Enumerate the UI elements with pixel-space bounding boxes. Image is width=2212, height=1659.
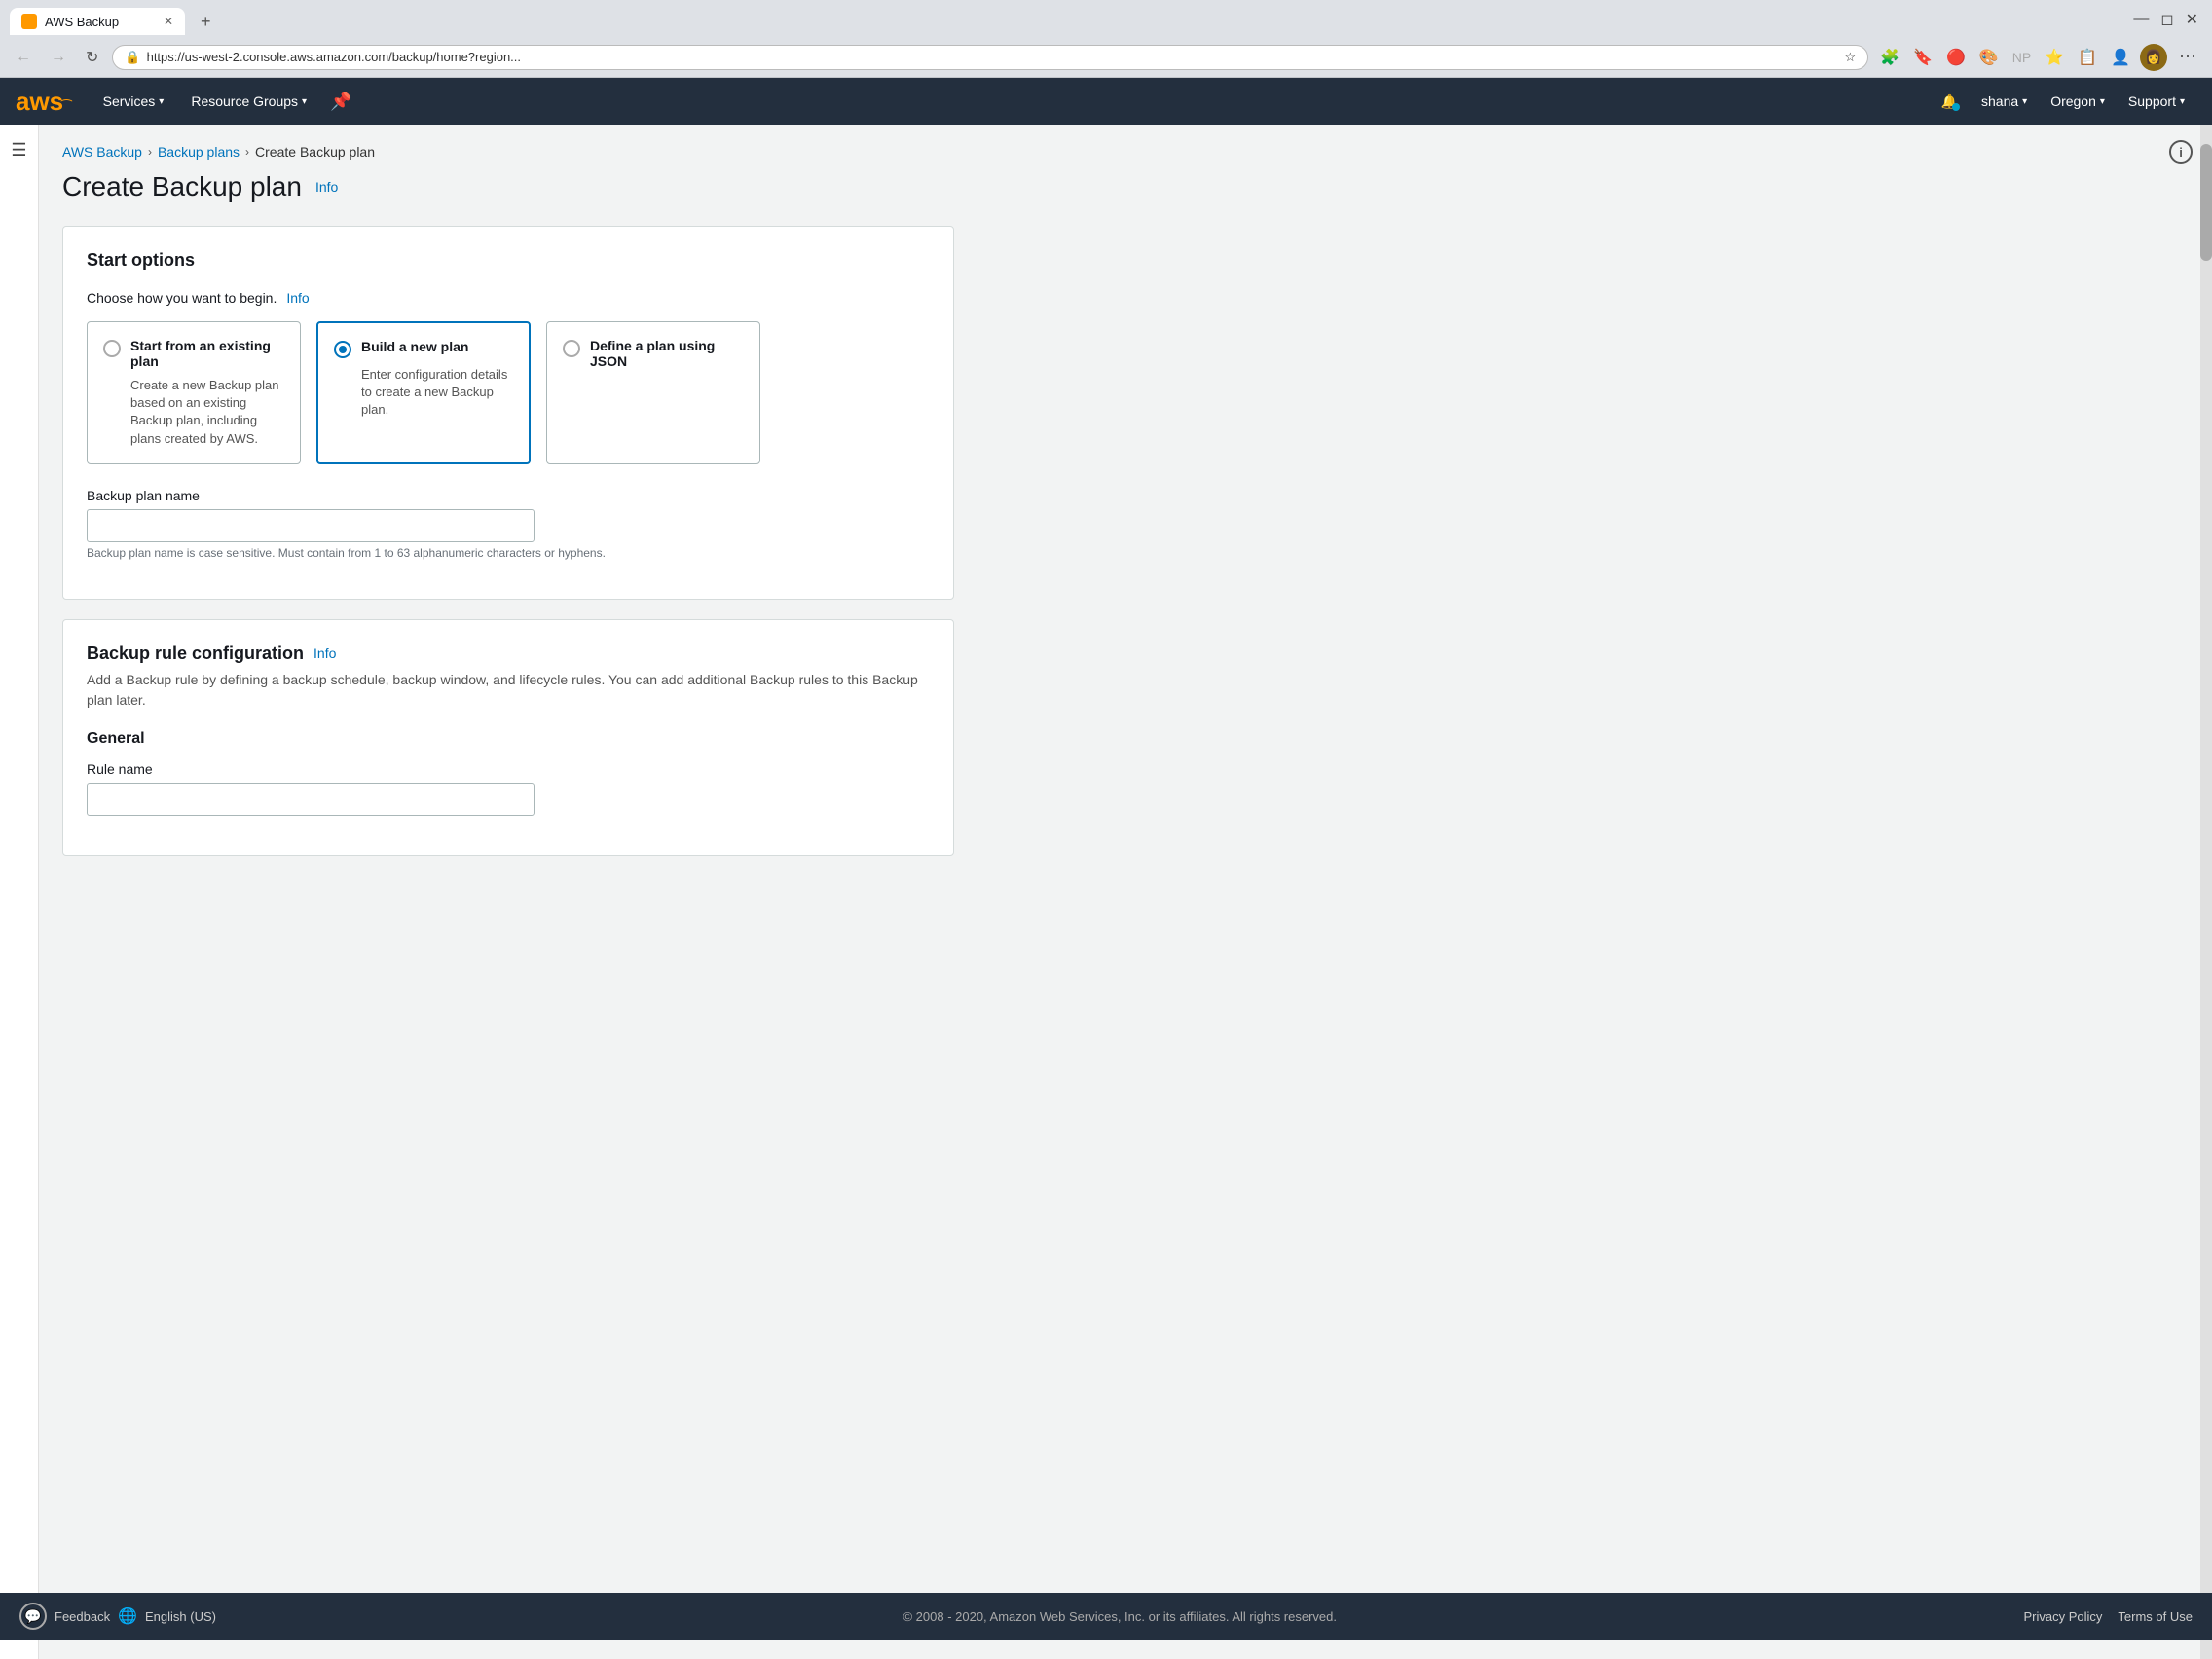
- tab-favicon: [21, 14, 37, 29]
- option-build-new-plan[interactable]: Build a new plan Enter configuration det…: [316, 321, 531, 464]
- option2-radio-row: Build a new plan: [334, 339, 513, 358]
- close-button[interactable]: ✕: [2182, 6, 2202, 33]
- refresh-button[interactable]: ↻: [80, 44, 104, 71]
- breadcrumb: AWS Backup › Backup plans › Create Backu…: [62, 144, 954, 160]
- option1-radio-row: Start from an existing plan: [103, 338, 284, 369]
- choose-row: Choose how you want to begin. Info: [87, 290, 930, 306]
- privacy-policy-link[interactable]: Privacy Policy: [2023, 1609, 2102, 1624]
- toolbar-btn-1[interactable]: 🔖: [1909, 44, 1936, 71]
- option1-radio: [103, 340, 121, 357]
- language-label[interactable]: English (US): [145, 1609, 216, 1624]
- toolbar-btn-2[interactable]: 🔴: [1942, 44, 1970, 71]
- feedback-bubble[interactable]: 💬: [19, 1603, 47, 1630]
- scrollbar-thumb[interactable]: [2200, 144, 2212, 261]
- breadcrumb-backup-plans[interactable]: Backup plans: [158, 144, 240, 160]
- start-options-title: Start options: [87, 250, 930, 271]
- footer-left: 💬 Feedback 🌐 English (US): [19, 1603, 216, 1630]
- start-options-card: Start options Choose how you want to beg…: [62, 226, 954, 600]
- nav-region[interactable]: Oregon ▾: [2039, 93, 2117, 109]
- scrollbar-track[interactable]: [2200, 125, 2212, 1659]
- breadcrumb-aws-backup[interactable]: AWS Backup: [62, 144, 142, 160]
- option1-desc: Create a new Backup plan based on an exi…: [130, 377, 284, 448]
- minimize-button[interactable]: —: [2129, 7, 2153, 32]
- page-title-row: Create Backup plan Info: [62, 171, 954, 203]
- backup-plan-name-hint: Backup plan name is case sensitive. Must…: [87, 546, 930, 560]
- backup-rule-config-card: Backup rule configuration Info Add a Bac…: [62, 619, 954, 856]
- backup-rule-desc: Add a Backup rule by defining a backup s…: [87, 670, 930, 711]
- toolbar-btn-5[interactable]: 📋: [2074, 44, 2101, 71]
- breadcrumb-current: Create Backup plan: [255, 144, 375, 160]
- toolbar-btn-4[interactable]: ⭐: [2041, 44, 2068, 71]
- backup-rule-title: Backup rule configuration: [87, 644, 304, 664]
- option3-radio: [563, 340, 580, 357]
- option2-desc: Enter configuration details to create a …: [361, 366, 513, 420]
- tab-title: AWS Backup: [45, 15, 119, 29]
- option-define-json[interactable]: Define a plan using JSON: [546, 321, 760, 464]
- option2-radio-inner: [339, 346, 347, 353]
- footer-right: Privacy Policy Terms of Use: [2023, 1609, 2193, 1624]
- extensions-button[interactable]: 🧩: [1876, 44, 1903, 71]
- nav-pin[interactable]: 📌: [320, 92, 361, 112]
- address-bar[interactable]: 🔒 https://us-west-2.console.aws.amazon.c…: [112, 45, 1868, 70]
- backup-plan-name-input[interactable]: [87, 509, 535, 542]
- lock-icon: 🔒: [125, 50, 140, 65]
- info-circle-button[interactable]: i: [2169, 140, 2193, 164]
- option-existing-plan[interactable]: Start from an existing plan Create a new…: [87, 321, 301, 464]
- hamburger-icon[interactable]: ☰: [11, 140, 26, 161]
- backup-rule-info-link[interactable]: Info: [313, 645, 336, 661]
- globe-icon: 🌐: [118, 1606, 137, 1626]
- forward-button[interactable]: →: [45, 45, 72, 70]
- support-caret: ▾: [2180, 96, 2185, 107]
- option-cards-container: Start from an existing plan Create a new…: [87, 321, 930, 464]
- browser-tab[interactable]: AWS Backup ✕: [10, 8, 185, 35]
- breadcrumb-sep-1: ›: [148, 145, 152, 159]
- rule-name-label: Rule name: [87, 761, 930, 777]
- bell-notification-dot: [1952, 103, 1960, 111]
- rule-name-group: Rule name: [87, 761, 930, 816]
- backup-plan-name-label: Backup plan name: [87, 488, 930, 503]
- breadcrumb-sep-2: ›: [245, 145, 249, 159]
- nav-user[interactable]: shana ▾: [1970, 93, 2039, 109]
- feedback-label[interactable]: Feedback: [55, 1609, 110, 1624]
- option2-title: Build a new plan: [361, 339, 468, 354]
- choose-info-link[interactable]: Info: [286, 290, 309, 306]
- footer: 💬 Feedback 🌐 English (US) © 2008 - 2020,…: [0, 1593, 2212, 1640]
- maximize-button[interactable]: ◻: [2157, 6, 2177, 33]
- browser-menu-button[interactable]: ⋯: [2173, 43, 2202, 71]
- back-button[interactable]: ←: [10, 45, 37, 70]
- general-label: General: [87, 730, 930, 748]
- region-caret: ▾: [2100, 96, 2105, 107]
- services-caret: ▾: [159, 96, 164, 107]
- nav-support[interactable]: Support ▾: [2117, 93, 2196, 109]
- user-caret: ▾: [2022, 96, 2027, 107]
- nav-resource-groups[interactable]: Resource Groups ▾: [177, 78, 320, 125]
- content-area: AWS Backup › Backup plans › Create Backu…: [39, 125, 2212, 1659]
- terms-of-use-link[interactable]: Terms of Use: [2118, 1609, 2193, 1624]
- toolbar-btn-6[interactable]: 👤: [2107, 44, 2134, 71]
- aws-logo[interactable]: aws ⁀: [16, 89, 74, 114]
- resource-groups-caret: ▾: [302, 96, 307, 107]
- profile-icon[interactable]: 👩: [2140, 44, 2167, 71]
- nav-bell[interactable]: 🔔: [1930, 93, 1970, 110]
- bookmark-icon[interactable]: ☆: [1844, 50, 1856, 65]
- nav-services[interactable]: Services ▾: [90, 78, 178, 125]
- option3-title: Define a plan using JSON: [590, 338, 744, 369]
- option2-radio: [334, 341, 351, 358]
- choose-label: Choose how you want to begin.: [87, 290, 276, 306]
- url-text: https://us-west-2.console.aws.amazon.com…: [147, 50, 521, 64]
- option1-title: Start from an existing plan: [130, 338, 284, 369]
- page-info-link[interactable]: Info: [315, 179, 338, 195]
- sidebar-toggle: ☰: [0, 125, 39, 1659]
- footer-copyright: © 2008 - 2020, Amazon Web Services, Inc.…: [903, 1609, 1337, 1624]
- backup-plan-name-group: Backup plan name Backup plan name is cas…: [87, 488, 930, 560]
- rule-name-input[interactable]: [87, 783, 535, 816]
- option3-radio-row: Define a plan using JSON: [563, 338, 744, 369]
- new-tab-button[interactable]: +: [193, 10, 219, 34]
- toolbar-btn-3[interactable]: 🎨: [1975, 44, 2003, 71]
- tab-close-button[interactable]: ✕: [164, 15, 173, 28]
- page-title: Create Backup plan: [62, 171, 302, 203]
- backup-rule-title-row: Backup rule configuration Info: [87, 644, 930, 664]
- aws-nav: aws ⁀ Services ▾ Resource Groups ▾ 📌 🔔 s…: [0, 78, 2212, 125]
